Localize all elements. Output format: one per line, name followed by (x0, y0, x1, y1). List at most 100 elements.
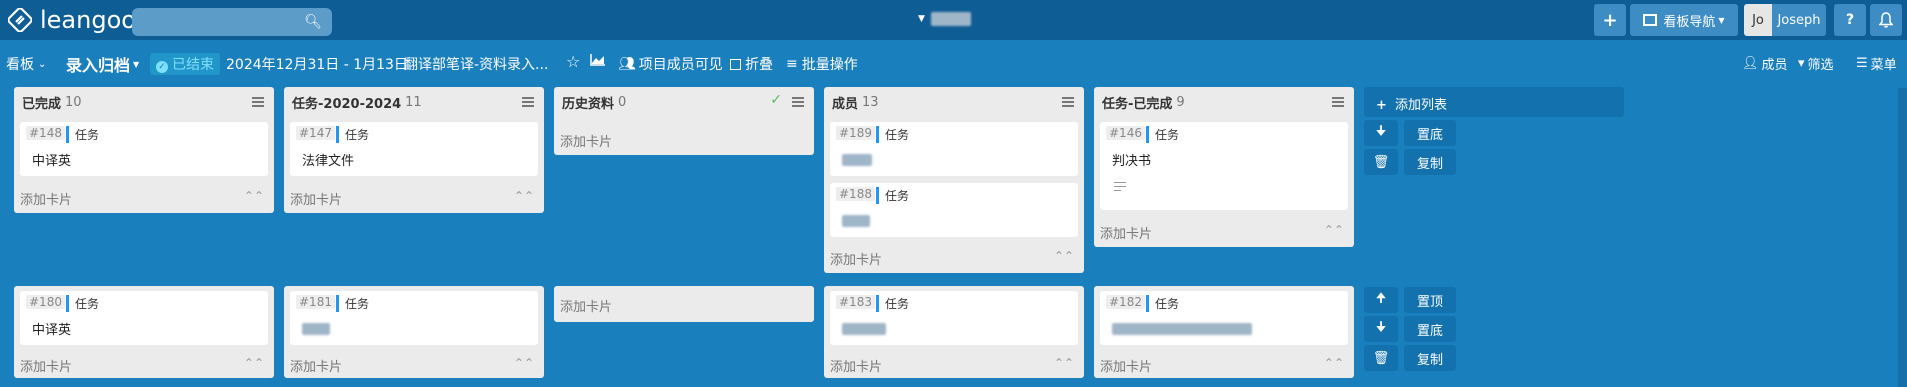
list-menu-icon[interactable] (1332, 97, 1344, 107)
add-card-button[interactable]: 添加卡片 (830, 249, 882, 268)
vertical-scrollbar[interactable] (1898, 88, 1907, 387)
move-down-button[interactable]: 🠋 (1364, 316, 1398, 342)
fold-icon (730, 58, 741, 70)
card-number: #188 (836, 187, 875, 201)
board-switcher[interactable]: ▼ (918, 12, 971, 26)
add-card-button[interactable]: 添加卡片 (290, 356, 342, 375)
arrow-down-icon: 🠋 (1375, 124, 1387, 139)
list-header[interactable]: 任务-2020-2024 11 (284, 87, 544, 117)
move-top-button[interactable]: 置顶 (1404, 287, 1456, 313)
caret-down-icon: ▼ (133, 59, 140, 69)
copy-lane-button[interactable]: 复制 (1404, 345, 1456, 371)
card-tag: 任务 (876, 187, 909, 204)
card-number: #183 (836, 295, 875, 309)
list-menu-icon[interactable] (522, 97, 534, 107)
status-badge: ✓ 已结束 (150, 53, 220, 75)
move-bottom-button[interactable]: 置底 (1404, 120, 1456, 146)
card-number: #182 (1106, 295, 1145, 309)
filter-icon: ▾ (1798, 56, 1805, 71)
search-input[interactable]: 🔍︎ (132, 8, 332, 36)
card-tag: 任务 (66, 295, 99, 312)
add-card-button[interactable]: 添加卡片 (830, 356, 882, 375)
list-menu-icon[interactable] (252, 97, 264, 107)
list-menu-icon[interactable] (1062, 97, 1074, 107)
add-list-button[interactable]: + 添加列表 (1364, 87, 1624, 117)
date-range[interactable]: 2024年12月31日 - 1月13日 (226, 54, 408, 74)
batch-operation-button[interactable]: ≡ 批量操作 (786, 54, 858, 74)
collapse-icon[interactable]: ⌃⌃ (514, 356, 534, 370)
menu-icon: ☰ (1856, 56, 1868, 71)
filter-button[interactable]: ▾ 筛选 (1798, 54, 1834, 73)
card-title-blurred (1112, 323, 1252, 335)
card[interactable]: #148 任务 中译英 (20, 122, 268, 176)
card-title: 中译英 (32, 323, 72, 338)
add-card-button[interactable]: 添加卡片 (20, 189, 72, 208)
board-description[interactable]: 翻译部笔译-资料录入... (404, 54, 548, 74)
collapse-icon[interactable]: ⌃⌃ (1054, 356, 1074, 370)
menu-button[interactable]: ☰ 菜单 (1856, 54, 1897, 73)
card[interactable]: #146 任务 判决书 (1100, 122, 1348, 210)
card[interactable]: #181 任务 (290, 291, 538, 345)
card[interactable]: #188 任务 (830, 183, 1078, 237)
card[interactable]: #183 任务 (830, 291, 1078, 345)
board-header: 看板 ⌄ 录入归档 ▼ ✓ 已结束 2024年12月31日 - 1月13日 翻译部… (0, 48, 1907, 80)
add-card-button[interactable]: 添加卡片 (1100, 223, 1152, 242)
collapse-icon[interactable]: ⌃⌃ (514, 189, 534, 203)
notifications-button[interactable] (1870, 4, 1902, 36)
card[interactable]: #189 任务 (830, 122, 1078, 176)
collapse-icon[interactable]: ⌃⌃ (1324, 223, 1344, 237)
chart-icon[interactable] (590, 54, 606, 66)
move-bottom-button[interactable]: 置底 (1404, 316, 1456, 342)
list-header[interactable]: 任务-已完成 9 (1094, 87, 1354, 117)
move-up-button[interactable]: 🠉 (1364, 287, 1398, 313)
list-menu-icon[interactable] (792, 97, 804, 107)
board-title[interactable]: 录入归档 ▼ (66, 52, 139, 76)
card[interactable]: #180 任务 中译英 (20, 291, 268, 345)
bell-icon (1879, 12, 1893, 28)
list-tasks-2020-2024: 任务-2020-2024 11 #147 任务 法律文件 添加卡片 ⌃⌃ (284, 87, 544, 213)
card-tag: 任务 (876, 126, 909, 143)
collapse-icon[interactable]: ⌃⌃ (1324, 356, 1344, 370)
list-tasks-completed: 任务-已完成 9 #146 任务 判决书 添加卡片 ⌃⌃ (1094, 87, 1354, 247)
card[interactable]: #147 任务 法律文件 (290, 122, 538, 176)
collapse-icon[interactable]: ⌃⌃ (244, 189, 264, 203)
card-title: 法律文件 (302, 154, 355, 169)
move-down-button[interactable]: 🠋 (1364, 120, 1398, 146)
user-icon: 👤︎ (1742, 56, 1759, 71)
delete-lane-button[interactable]: 🗑︎ (1364, 345, 1398, 371)
star-icon[interactable]: ☆ (566, 52, 580, 71)
logo[interactable]: leangoo (8, 6, 136, 34)
board-nav-button[interactable]: 看板导航 ▼ (1630, 4, 1738, 36)
card-number: #181 (296, 295, 335, 309)
list-header[interactable]: 已完成 10 (14, 87, 274, 117)
card[interactable]: #182 任务 (1100, 291, 1348, 345)
collapse-icon[interactable]: ⌃⌃ (244, 356, 264, 370)
fold-button[interactable]: 折叠 (730, 54, 773, 74)
list-tasks-2020-2024: #181 任务 添加卡片 ⌃⌃ (284, 286, 544, 378)
card-tag: 任务 (336, 126, 369, 143)
list-history: 历史资料 0 ✓ 添加卡片 (554, 87, 814, 155)
add-card-button[interactable]: 添加卡片 (560, 296, 612, 315)
user-menu-button[interactable]: Joseph (1772, 4, 1826, 36)
help-button[interactable]: ? (1834, 4, 1866, 36)
card-tag: 任务 (1146, 126, 1179, 143)
delete-lane-button[interactable]: 🗑︎ (1364, 149, 1398, 175)
chevron-down-icon: ⌄ (38, 58, 47, 70)
members-button[interactable]: 👤︎ 成员 (1742, 54, 1788, 73)
search-icon[interactable]: 🔍︎ (304, 14, 322, 30)
arrow-up-icon: 🠉 (1375, 291, 1387, 306)
collapse-icon[interactable]: ⌃⌃ (1054, 249, 1074, 263)
view-switcher[interactable]: 看板 ⌄ (6, 54, 46, 74)
copy-lane-button[interactable]: 复制 (1404, 149, 1456, 175)
avatar[interactable]: Jo (1744, 4, 1772, 36)
visibility-button[interactable]: 👥︎ 项目成员可见 (618, 54, 723, 74)
add-button[interactable]: + (1594, 4, 1626, 36)
add-card-button[interactable]: 添加卡片 (20, 356, 72, 375)
add-card-button[interactable]: 添加卡片 (1100, 356, 1152, 375)
add-card-button[interactable]: 添加卡片 (290, 189, 342, 208)
arrow-down-icon: 🠋 (1375, 320, 1387, 335)
list-members: 成员 13 #189 任务 #188 任务 添加卡片 ⌃⌃ (824, 87, 1084, 273)
list-header[interactable]: 成员 13 (824, 87, 1084, 117)
users-icon: 👥︎ (618, 56, 636, 72)
add-card-button[interactable]: 添加卡片 (560, 131, 612, 150)
